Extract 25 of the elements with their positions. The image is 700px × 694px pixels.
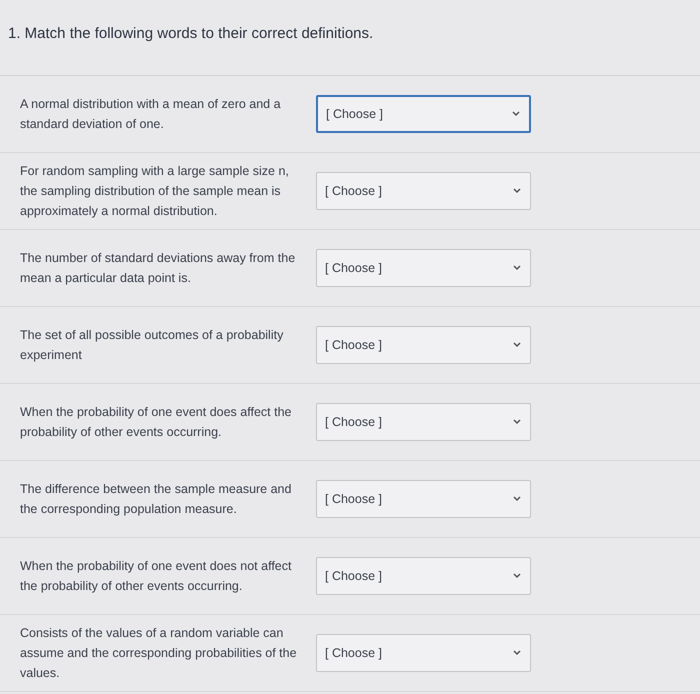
definition-text: The set of all possible outcomes of a probability experiment (20, 327, 284, 364)
definition-text: A normal distribution with a mean of zero and a standard deviation of one. (20, 96, 282, 133)
chevron-down-icon (511, 110, 521, 118)
choose-dropdown[interactable]: [ Choose ] (316, 557, 531, 595)
chevron-down-icon (512, 264, 522, 272)
choose-dropdown[interactable]: [ Choose ] (316, 95, 531, 133)
chevron-down-icon (512, 418, 522, 426)
definition-text: The number of standard deviations away from the mean a particular data point is. (20, 250, 296, 287)
chevron-down-icon (512, 649, 522, 657)
choose-dropdown[interactable]: [ Choose ] (316, 249, 531, 287)
definition-text: When the probability of one event does affect the probability of other events occurring. (20, 404, 292, 441)
definition-text: For random sampling with a large sample size n, the sampling distribution of the sample mean is approximately a normal distribution. (20, 163, 290, 220)
chevron-down-icon (512, 187, 522, 195)
choose-dropdown[interactable]: [ Choose ] (316, 480, 531, 518)
chevron-down-icon (512, 495, 522, 503)
choose-dropdown[interactable]: [ Choose ] (316, 172, 531, 210)
question-title: 1. Match the following words to their correct definitions. (8, 25, 374, 42)
definition-text: Consists of the values of a random variable can assume and the corresponding probabilities of the values. (20, 625, 298, 682)
definition-text: When the probability of one event does not affect the probability of other events occurring. (20, 558, 292, 595)
choose-dropdown[interactable]: [ Choose ] (316, 326, 531, 364)
choose-dropdown[interactable]: [ Choose ] (316, 403, 531, 441)
chevron-down-icon (512, 572, 522, 580)
choose-dropdown[interactable]: [ Choose ] (316, 634, 531, 672)
chevron-down-icon (512, 341, 522, 349)
definition-text: The difference between the sample measure and the corresponding population measure. (20, 481, 292, 518)
